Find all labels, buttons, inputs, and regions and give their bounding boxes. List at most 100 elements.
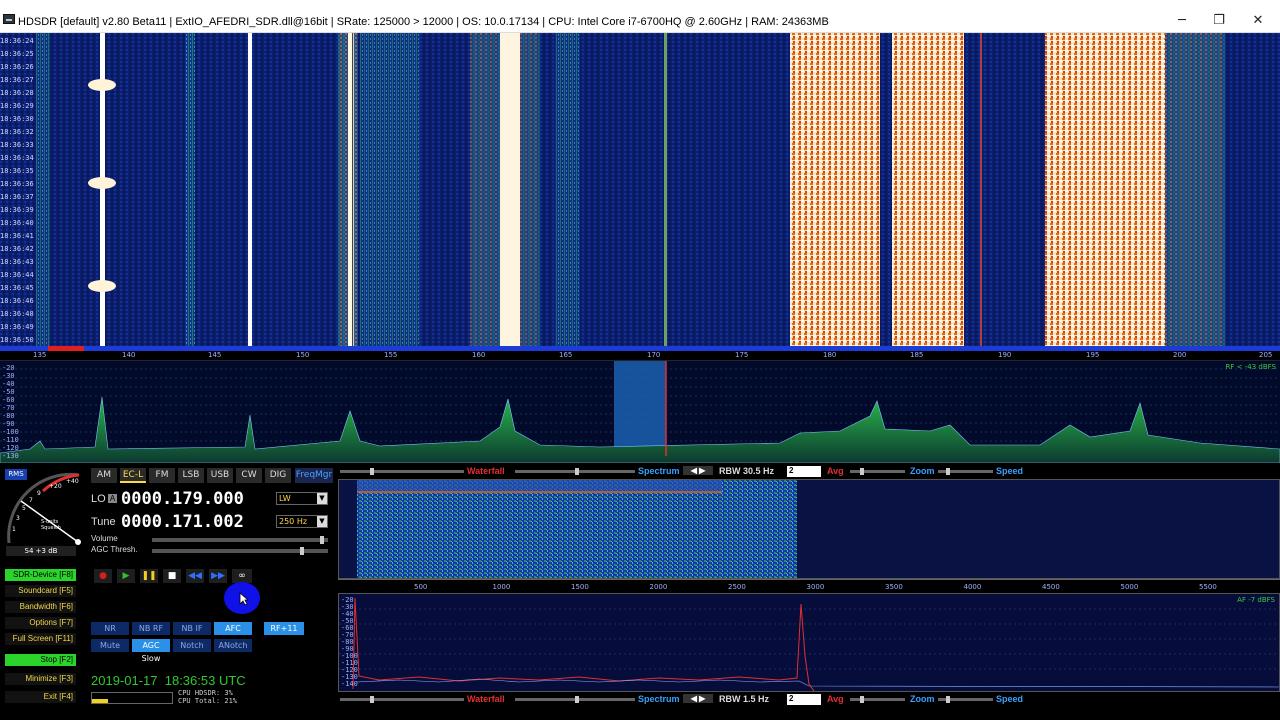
mute-button[interactable]: Mute — [91, 639, 129, 652]
af-spectrum[interactable]: -20 -30 -40 -50 -60 -70 -80 -90 -100 -110 -120 -130… — [338, 593, 1280, 692]
af-db-tick: -140 — [341, 680, 358, 688]
options-button[interactable]: Options [F7] — [5, 617, 76, 629]
slider-knob[interactable] — [370, 696, 374, 703]
db-tick: -90 — [2, 420, 15, 428]
nb-if-button[interactable]: NB IF — [173, 622, 211, 635]
fullscreen-button[interactable]: Full Screen [F11] — [5, 633, 76, 645]
af-spectrum-toolbar: Waterfall Spectrum ◀ ▶ RBW 1.5 Hz 2 Avg … — [338, 693, 1280, 707]
anotch-button[interactable]: ANotch — [214, 639, 252, 652]
slider-knob[interactable] — [946, 468, 950, 475]
waterfall-label: Waterfall — [467, 466, 505, 476]
agc-slow-button[interactable]: AGC Slow — [132, 639, 170, 663]
rewind-button[interactable]: ◀◀ — [186, 569, 204, 583]
pause-button[interactable]: ❚❚ — [140, 569, 158, 583]
frequency-tick: 175 — [735, 351, 749, 359]
af-level-readout: AF -7 dBFS — [1237, 596, 1275, 604]
zoom-slider-bottom[interactable] — [938, 696, 993, 703]
volume-knob[interactable] — [320, 536, 324, 544]
frequency-tick: 195 — [1086, 351, 1100, 359]
time-text: 18:36:53 UTC — [164, 673, 246, 688]
play-button[interactable]: ▶ — [117, 569, 135, 583]
nr-button[interactable]: NR — [91, 622, 129, 635]
af-frequency-tick: 1500 — [571, 583, 589, 591]
zoom-label-bottom: Zoom — [910, 694, 935, 704]
record-button[interactable]: ● — [94, 569, 112, 583]
timestamp: 18:36:24 — [0, 37, 34, 45]
maximize-button[interactable]: ❐ — [1199, 10, 1239, 32]
timestamp: 18:36:32 — [0, 128, 34, 136]
afc-button[interactable]: AFC — [214, 622, 252, 635]
frequency-tick: 155 — [384, 351, 398, 359]
nb-rf-button[interactable]: NB RF — [132, 622, 170, 635]
slider-knob[interactable] — [575, 468, 579, 475]
date-time: 2019-01-17 18:36:53 UTC — [91, 673, 246, 688]
waterfall-label-bottom: Waterfall — [467, 694, 505, 704]
notch-button[interactable]: Notch — [173, 639, 211, 652]
avg-select[interactable]: 2 — [787, 466, 821, 477]
exit-button[interactable]: Exit [F4] — [5, 691, 76, 703]
minimize-button[interactable]: ─ — [1162, 10, 1202, 32]
af-waterfall-toolbar: Waterfall Spectrum ◀ ▶ RBW 30.5 Hz 2 Avg… — [338, 465, 1280, 479]
frequency-tick: 140 — [122, 351, 136, 359]
frequency-tick: 185 — [910, 351, 924, 359]
spectrum-arrows[interactable]: ◀ ▶ — [683, 466, 713, 475]
minimize-app-button[interactable]: Minimize [F3] — [5, 673, 76, 685]
sdr-device-button[interactable]: SDR-Device [F8] — [5, 569, 76, 581]
stop-playback-button[interactable]: ■ — [163, 569, 181, 583]
af-waterfall[interactable] — [338, 479, 1280, 579]
waterfall-slider-1[interactable] — [340, 468, 464, 475]
close-button[interactable]: ✕ — [1238, 10, 1278, 32]
frequency-axis[interactable]: 135 140 145 150 155 160 165 170 175 180 185 190 195 2… — [0, 346, 1280, 360]
spectrum-arrows-bottom[interactable]: ◀ ▶ — [683, 694, 713, 703]
af-frequency-axis[interactable]: 500 1000 1500 2000 2500 3000 3500 4000 4500 5000 5… — [338, 579, 1280, 594]
avg-select-bottom[interactable]: 2 — [787, 694, 821, 705]
slider-knob[interactable] — [370, 468, 374, 475]
lo-frequency[interactable]: 0000.179.000 — [121, 489, 244, 509]
af-waterfall-canvas — [357, 480, 797, 578]
loop-button[interactable]: ∞ — [232, 569, 252, 583]
waterfall-slider-2[interactable] — [515, 468, 635, 475]
rms-button[interactable]: RMS — [5, 469, 27, 480]
volume-slider[interactable] — [152, 536, 328, 544]
mode-fm[interactable]: FM — [149, 468, 175, 483]
rbw-label-bottom: RBW 1.5 Hz — [719, 694, 770, 704]
timestamp: 18:36:33 — [0, 141, 34, 149]
mode-dig[interactable]: DIG — [265, 468, 291, 483]
avg-slider[interactable] — [850, 468, 905, 475]
step-value: 250 Hz — [279, 517, 308, 526]
waterfall-slider-3[interactable] — [340, 696, 464, 703]
timestamp: 18:36:28 — [0, 89, 34, 97]
timestamp: 18:36:46 — [0, 297, 34, 305]
mode-usb[interactable]: USB — [207, 468, 233, 483]
spectrum-label-bottom: Spectrum — [638, 694, 680, 704]
waterfall-slider-4[interactable] — [515, 696, 635, 703]
slider-knob[interactable] — [860, 468, 864, 475]
app-icon — [3, 14, 15, 24]
rf-spectrum[interactable]: -20 -30 -40 -50 -60 -70 -80 -90 -100 -110 -120 -130… — [0, 360, 1280, 464]
af-frequency-tick: 500 — [414, 583, 428, 591]
lo-badge[interactable]: A — [108, 494, 117, 503]
slider-knob[interactable] — [860, 696, 864, 703]
agc-slider[interactable] — [152, 547, 328, 555]
slider-knob[interactable] — [946, 696, 950, 703]
timestamp: 18:36:35 — [0, 167, 34, 175]
rf-waterfall[interactable]: 18:36:24 18:36:25 18:36:26 18:36:27 18:36:28… — [0, 33, 1280, 346]
mode-lsb[interactable]: LSB — [178, 468, 204, 483]
band-select[interactable]: LW ▼ — [276, 492, 328, 505]
rf-gain-button[interactable]: RF+11 — [264, 622, 304, 635]
zoom-slider[interactable] — [938, 468, 993, 475]
avg-slider-bottom[interactable] — [850, 696, 905, 703]
step-select[interactable]: 250 Hz ▼ — [276, 515, 328, 528]
mode-ecl[interactable]: EC-L — [120, 468, 146, 483]
soundcard-button[interactable]: Soundcard [F5] — [5, 585, 76, 597]
tune-frequency[interactable]: 0000.171.002 — [121, 512, 244, 532]
forward-button[interactable]: ▶▶ — [209, 569, 227, 583]
band-value: LW — [279, 494, 291, 503]
freq-manager-button[interactable]: FreqMgr — [295, 468, 333, 483]
bandwidth-button[interactable]: Bandwidth [F6] — [5, 601, 76, 613]
mode-am[interactable]: AM — [91, 468, 117, 483]
agc-knob[interactable] — [300, 547, 304, 555]
slider-knob[interactable] — [575, 696, 579, 703]
stop-button[interactable]: Stop [F2] — [5, 654, 76, 666]
mode-cw[interactable]: CW — [236, 468, 262, 483]
